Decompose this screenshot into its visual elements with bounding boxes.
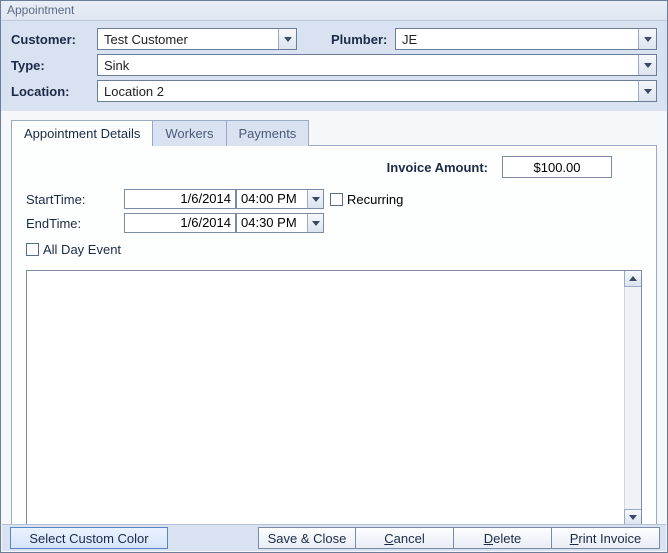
- chevron-down-icon[interactable]: [307, 190, 323, 208]
- cancel-button[interactable]: Cancel: [356, 527, 454, 549]
- start-date-input[interactable]: 1/6/2014: [124, 189, 236, 209]
- start-time-value: 04:00 PM: [237, 190, 307, 208]
- location-combo[interactable]: Location 2: [97, 80, 657, 102]
- scroll-up-icon[interactable]: [624, 270, 642, 287]
- allday-label: All Day Event: [43, 242, 121, 257]
- details-panel: Invoice Amount: StartTime: 1/6/2014 04:0…: [11, 145, 657, 537]
- tab-strip: Appointment Details Workers Payments: [11, 120, 657, 146]
- end-date-input[interactable]: 1/6/2014: [124, 213, 236, 233]
- location-value: Location 2: [98, 84, 638, 99]
- plumber-value: JE: [396, 32, 638, 47]
- chevron-down-icon[interactable]: [638, 29, 656, 49]
- select-color-button[interactable]: Select Custom Color: [10, 527, 168, 549]
- tab-workers[interactable]: Workers: [153, 120, 226, 146]
- save-close-button[interactable]: Save & Close: [258, 527, 356, 549]
- notes-textarea[interactable]: [26, 270, 642, 526]
- plumber-combo[interactable]: JE: [395, 28, 657, 50]
- end-label: EndTime:: [26, 216, 124, 231]
- plumber-label: Plumber:: [325, 32, 389, 47]
- type-label: Type:: [11, 58, 91, 73]
- type-value: Sink: [98, 58, 638, 73]
- bottom-toolbar: Select Custom Color Save & Close Cancel …: [2, 524, 666, 551]
- invoice-amount-input[interactable]: [502, 156, 612, 178]
- recurring-checkbox[interactable]: [330, 193, 343, 206]
- customer-value: Test Customer: [98, 32, 278, 47]
- allday-checkbox[interactable]: [26, 243, 39, 256]
- appointment-window: Appointment Customer: Test Customer Plum…: [0, 0, 668, 553]
- chevron-down-icon[interactable]: [638, 55, 656, 75]
- customer-combo[interactable]: Test Customer: [97, 28, 297, 50]
- end-time-value: 04:30 PM: [237, 214, 307, 232]
- notes-content: [27, 271, 623, 525]
- notes-scrollbar[interactable]: [624, 271, 641, 525]
- recurring-label: Recurring: [347, 192, 403, 207]
- invoice-label: Invoice Amount:: [387, 160, 488, 175]
- customer-label: Customer:: [11, 32, 91, 47]
- start-label: StartTime:: [26, 192, 124, 207]
- header-panel: Customer: Test Customer Plumber: JE Type…: [1, 21, 667, 111]
- chevron-down-icon[interactable]: [638, 81, 656, 101]
- chevron-down-icon[interactable]: [307, 214, 323, 232]
- print-invoice-button[interactable]: Print Invoice: [552, 527, 660, 549]
- tab-details[interactable]: Appointment Details: [11, 120, 153, 146]
- start-time-combo[interactable]: 04:00 PM: [236, 189, 324, 209]
- delete-button[interactable]: Delete: [454, 527, 552, 549]
- type-combo[interactable]: Sink: [97, 54, 657, 76]
- chevron-down-icon[interactable]: [278, 29, 296, 49]
- location-label: Location:: [11, 84, 91, 99]
- tabs-container: Appointment Details Workers Payments Inv…: [1, 111, 667, 537]
- tab-payments[interactable]: Payments: [227, 120, 310, 146]
- window-title: Appointment: [1, 1, 667, 21]
- end-time-combo[interactable]: 04:30 PM: [236, 213, 324, 233]
